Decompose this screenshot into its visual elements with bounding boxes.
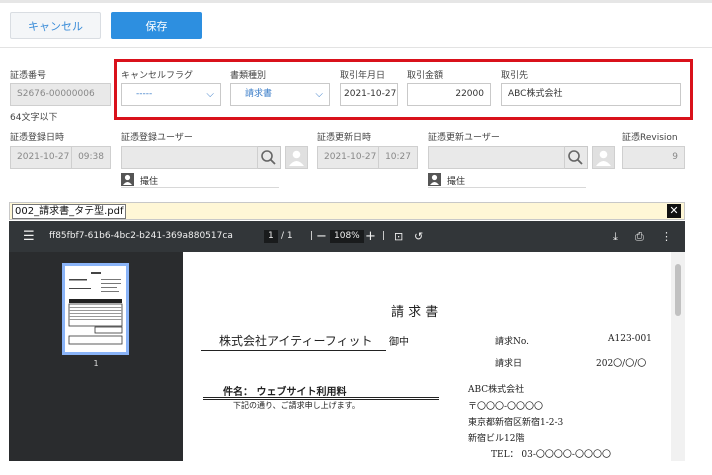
invoice-title: 請 求 書 xyxy=(391,305,439,320)
reg-user-search-button[interactable] xyxy=(258,146,281,169)
invoice-no-value: A123-001 xyxy=(608,334,652,344)
upd-user-field xyxy=(428,146,565,169)
save-button[interactable]: 保存 xyxy=(111,12,202,39)
zoom-in-icon[interactable]: + xyxy=(365,221,376,252)
revision-field: 9 xyxy=(622,146,685,169)
upd-user-name: 撮住 xyxy=(447,177,466,187)
download-icon[interactable]: ⤓ xyxy=(613,221,618,252)
thumbnail-preview xyxy=(68,272,123,345)
issuer-name: ABC株式会社 xyxy=(468,385,525,395)
invoice-honorific: 御中 xyxy=(389,337,409,348)
pdf-doc-id: ff85fbf7-61b6-4bc2-b241-369a880517ca xyxy=(49,231,233,241)
pdf-toolbar-divider: | xyxy=(310,231,314,241)
pdf-file-bar: 002_請求書_タテ型.pdf ⌄ ✕ xyxy=(9,202,685,220)
reg-user-avatar[interactable] xyxy=(285,146,308,169)
menu-icon[interactable]: ☰ xyxy=(23,221,35,252)
header-divider xyxy=(0,47,712,48)
issuer-address2: 新宿ビル12階 xyxy=(468,434,525,444)
search-icon xyxy=(261,150,276,165)
reg-user-label: 証憑登録ユーザー xyxy=(121,133,193,143)
user-icon xyxy=(121,173,134,186)
upd-time-field: 10:27 xyxy=(378,146,418,169)
invoice-message: 下記の通り、ご請求申し上げます。 xyxy=(233,401,360,410)
cancel-button[interactable]: キャンセル xyxy=(10,12,101,39)
invoice-date-value: 202〇/〇/〇 xyxy=(596,359,647,369)
page-thumbnail[interactable] xyxy=(62,263,129,355)
highlight-box xyxy=(114,59,693,120)
invoice-recipient: 株式会社アイティーフィット xyxy=(219,334,373,348)
issuer-address1: 東京都新宿区新宿1-2-3 xyxy=(468,418,564,428)
upd-user-underline xyxy=(428,187,586,188)
fit-page-icon[interactable]: ⊡ xyxy=(394,221,403,252)
reg-user-name: 撮住 xyxy=(140,177,159,187)
upd-user-search-button[interactable] xyxy=(565,146,588,169)
upd-user-avatar[interactable] xyxy=(592,146,615,169)
zoom-out-icon[interactable]: − xyxy=(316,221,327,252)
recipient-underline xyxy=(201,350,386,351)
pdf-scrollbar[interactable] xyxy=(671,252,685,461)
user-icon xyxy=(289,150,304,166)
top-border xyxy=(0,0,712,3)
zoom-level[interactable]: 108% xyxy=(330,230,364,243)
pdf-page: 請 求 書 株式会社アイティーフィット 御中 請求No. A123-001 請求… xyxy=(183,252,671,461)
pdf-toolbar-divider: | xyxy=(382,231,386,241)
reg-time-field: 09:38 xyxy=(71,146,111,169)
page-number-input[interactable]: 1 xyxy=(264,230,278,243)
reg-date-field: 2021-10-27 xyxy=(10,146,72,169)
reg-user-field xyxy=(121,146,258,169)
pdf-thumbnail-sidebar: 1 xyxy=(9,252,183,461)
pdf-viewer: ☰ ff85fbf7-61b6-4bc2-b241-369a880517ca 1… xyxy=(9,221,685,461)
subject-underline-1 xyxy=(203,397,439,398)
issuer-zip: 〒〇〇〇-〇〇〇〇 xyxy=(468,402,544,412)
evidence-no-label: 証憑番号 xyxy=(10,71,47,81)
evidence-no-hint: 64文字以下 xyxy=(10,113,58,123)
pdf-file-name: 002_請求書_タテ型.pdf xyxy=(15,206,124,217)
user-icon xyxy=(428,173,441,186)
upd-user-label: 証憑更新ユーザー xyxy=(428,133,500,143)
pdf-toolbar: ☰ ff85fbf7-61b6-4bc2-b241-369a880517ca 1… xyxy=(9,221,685,252)
invoice-subject: 件名： ウェブサイト利用料 xyxy=(223,387,347,398)
thumbnail-page-number: 1 xyxy=(93,359,99,368)
invoice-no-label: 請求No. xyxy=(495,337,529,347)
search-icon xyxy=(568,150,583,165)
page-total: / 1 xyxy=(281,231,293,241)
invoice-date-label: 請求日 xyxy=(495,359,523,369)
reg-user-underline xyxy=(121,187,279,188)
more-options-icon[interactable]: ⋮ xyxy=(661,221,672,252)
pdf-file-select[interactable]: 002_請求書_タテ型.pdf ⌄ xyxy=(12,204,126,219)
user-icon xyxy=(596,150,611,166)
close-icon[interactable]: ✕ xyxy=(667,204,681,218)
rotate-icon[interactable]: ↺ xyxy=(414,221,423,252)
issuer-tel: TEL： 03-〇〇〇〇-〇〇〇〇 xyxy=(491,450,611,460)
upd-datetime-label: 証憑更新日時 xyxy=(317,133,372,143)
reg-datetime-label: 証憑登録日時 xyxy=(10,133,65,143)
print-icon[interactable]: ⎙ xyxy=(635,221,644,252)
upd-date-field: 2021-10-27 xyxy=(317,146,379,169)
evidence-no-field: S2676-00000006 xyxy=(10,83,111,106)
scrollbar-thumb[interactable] xyxy=(675,264,681,316)
revision-label: 証憑Revision xyxy=(622,133,678,143)
